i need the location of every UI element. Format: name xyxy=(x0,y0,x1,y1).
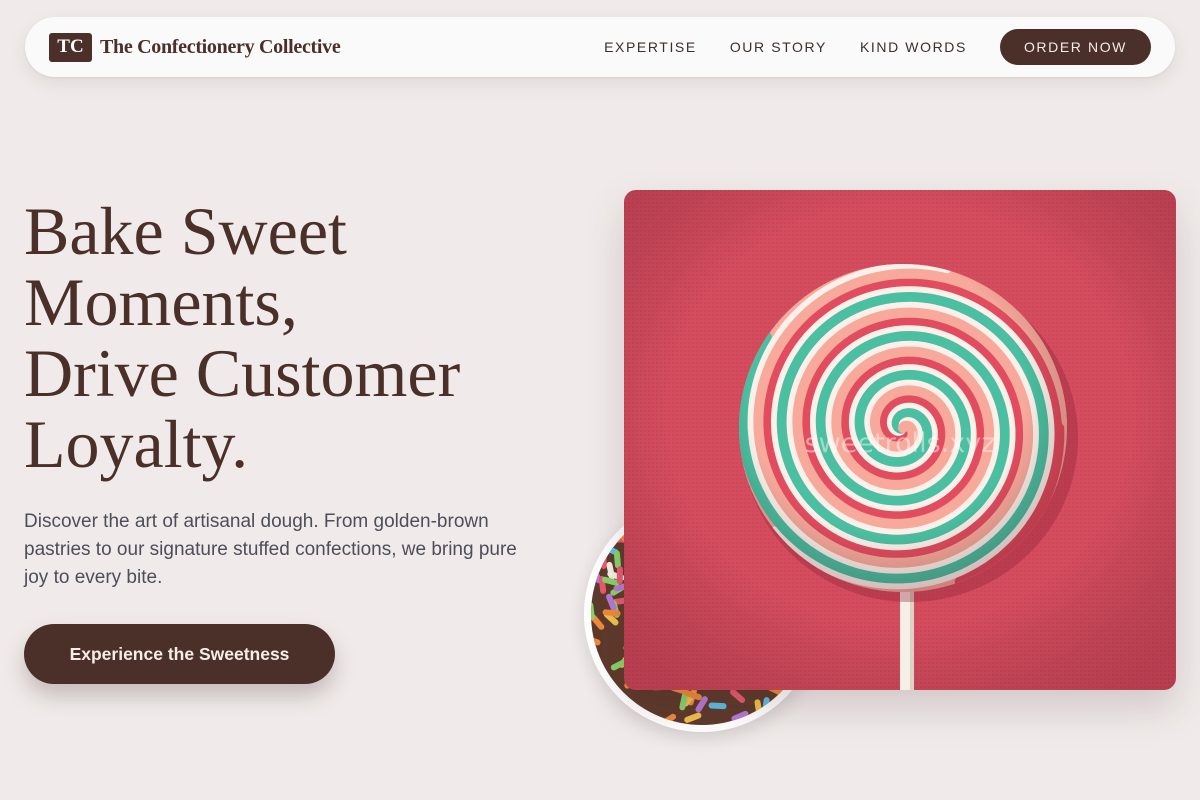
hero-title: Bake Sweet Moments, Drive Customer Loyal… xyxy=(24,196,584,480)
hero-title-line: Loyalty. xyxy=(24,406,249,482)
brand-logo[interactable]: TC The Confectionery Collective xyxy=(49,32,341,62)
hero-title-line: Drive Customer xyxy=(24,335,461,411)
top-navbar: TC The Confectionery Collective EXPERTIS… xyxy=(25,17,1175,77)
photo-watermark: sweetrolls.xyz xyxy=(805,428,996,459)
nav-links: EXPERTISE OUR STORY KIND WORDS ORDER NOW xyxy=(604,29,1151,65)
brand-mark: TC xyxy=(49,32,92,62)
nav-link-kind-words[interactable]: KIND WORDS xyxy=(860,39,967,55)
brand-name: The Confectionery Collective xyxy=(100,35,341,58)
hero-title-line: Moments, xyxy=(24,264,298,340)
nav-link-expertise[interactable]: EXPERTISE xyxy=(604,39,697,55)
nav-link-our-story[interactable]: OUR STORY xyxy=(730,39,827,55)
lollipop-photo: sweetrolls.xyz xyxy=(624,190,1176,690)
landing-page: TC The Confectionery Collective EXPERTIS… xyxy=(0,0,1200,800)
order-now-button[interactable]: ORDER NOW xyxy=(999,29,1151,65)
hero-title-line: Bake Sweet xyxy=(24,193,347,269)
hero-description: Discover the art of artisanal dough. Fro… xyxy=(24,511,517,588)
experience-sweetness-button[interactable]: Experience the Sweetness xyxy=(24,624,335,684)
lollipop-image: sweetrolls.xyz xyxy=(624,190,1176,690)
